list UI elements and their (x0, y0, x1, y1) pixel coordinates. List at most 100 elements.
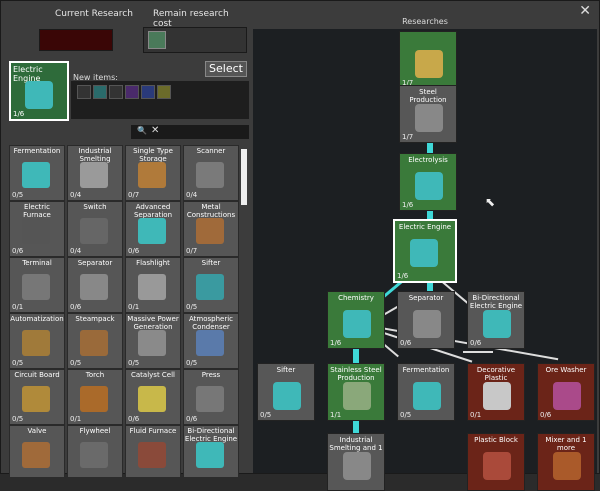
research-title: Atmospheric Condenser (188, 315, 234, 331)
research-icon (80, 162, 108, 188)
research-grid-item[interactable]: Torch 0/1 (67, 369, 123, 425)
node-title: Electrolysis (408, 156, 448, 164)
research-grid-item[interactable]: Valve (9, 425, 65, 477)
node-title: Decorative Plastic (476, 366, 516, 382)
research-grid-item[interactable]: Fluid Furnace (125, 425, 181, 477)
research-title: Torch (85, 371, 105, 379)
research-node[interactable]: Separator 0/6 (397, 291, 455, 349)
tree-link (353, 419, 359, 433)
new-item-icon[interactable] (157, 85, 171, 99)
research-grid-item[interactable]: Separator 0/6 (67, 257, 123, 313)
research-node[interactable]: Sifter 0/5 (257, 363, 315, 421)
research-progress: 0/4 (70, 247, 82, 255)
research-grid-item[interactable]: Industrial Smelting 0/4 (67, 145, 123, 201)
research-node[interactable]: Ore Washer 0/6 (537, 363, 595, 421)
research-icon (22, 274, 50, 300)
research-progress: 0/1 (70, 415, 82, 423)
node-progress: 1/1 (330, 411, 342, 419)
node-icon (343, 310, 371, 338)
new-item-icon[interactable] (109, 85, 123, 99)
node-icon (413, 310, 441, 338)
research-icon (80, 442, 108, 468)
node-icon (413, 382, 441, 410)
research-grid-item[interactable]: Single Type Storage 0/7 (125, 145, 181, 201)
research-grid-item[interactable]: Advanced Separation 0/6 (125, 201, 181, 257)
research-progress: 0/6 (128, 247, 140, 255)
research-icon (196, 218, 224, 244)
research-node[interactable]: Chemistry 1/6 (327, 291, 385, 349)
research-grid-item[interactable]: Flywheel (67, 425, 123, 477)
research-grid-item[interactable]: Massive Power Generation 0/5 (125, 313, 181, 369)
research-window: ✕ Current Research Remain research cost … (0, 0, 600, 491)
research-title: Bi-Directional Electric Engine (184, 427, 238, 443)
research-progress: 0/5 (12, 415, 24, 423)
research-title: Fermentation (13, 147, 61, 155)
research-grid-item[interactable]: Steampack 0/5 (67, 313, 123, 369)
tree-link (463, 351, 493, 353)
research-icon (80, 274, 108, 300)
research-title: Massive Power Generation (127, 315, 179, 331)
research-icon (196, 274, 224, 300)
research-grid-item[interactable]: Switch 0/4 (67, 201, 123, 257)
node-title: Separator (408, 294, 444, 302)
research-grid-item[interactable]: Atmospheric Condenser 0/5 (183, 313, 239, 369)
research-icon (138, 442, 166, 468)
node-progress: 0/1 (470, 411, 482, 419)
grid-scrollbar[interactable] (241, 149, 247, 205)
research-progress: 0/5 (12, 359, 24, 367)
research-node[interactable]: Decorative Plastic 0/1 (467, 363, 525, 421)
new-items-list (71, 81, 249, 119)
research-title: Industrial Smelting (78, 147, 112, 163)
select-button[interactable]: Select (205, 61, 247, 77)
node-progress: 0/5 (260, 411, 272, 419)
research-node[interactable]: Mixer and 1 more (537, 433, 595, 491)
research-grid-item[interactable]: Circuit Board 0/5 (9, 369, 65, 425)
research-grid-item[interactable]: Metal Constructions 0/7 (183, 201, 239, 257)
node-title: Stainless Steel Production (330, 366, 382, 382)
research-title: Metal Constructions (186, 203, 236, 219)
research-node[interactable]: Plastic Block (467, 433, 525, 491)
research-grid-item[interactable]: Press 0/6 (183, 369, 239, 425)
research-node[interactable]: Steel Production 1/7 (399, 85, 457, 143)
research-node[interactable]: Bi-Directional Electric Engine 0/6 (467, 291, 525, 349)
research-icon (196, 162, 224, 188)
research-grid-item[interactable]: Catalyst Cell 0/6 (125, 369, 181, 425)
node-progress: 1/7 (402, 133, 414, 141)
new-item-icon[interactable] (141, 85, 155, 99)
research-grid-item[interactable]: Bi-Directional Electric Engine (183, 425, 239, 477)
research-title: Steampack (75, 315, 115, 323)
research-grid-item[interactable]: Electric Furnace 0/6 (9, 201, 65, 257)
research-grid-item[interactable]: Sifter 0/5 (183, 257, 239, 313)
research-node[interactable]: Stainless Steel Production 1/1 (327, 363, 385, 421)
clear-search-icon[interactable]: ✕ (151, 125, 159, 136)
research-grid-item[interactable]: Automatization 0/5 (9, 313, 65, 369)
research-grid-item[interactable]: Flashlight 0/1 (125, 257, 181, 313)
research-node[interactable]: Electric Engine 1/6 (393, 219, 457, 283)
node-icon (273, 382, 301, 410)
node-title: Electric Engine (398, 223, 452, 231)
new-item-icon[interactable] (125, 85, 139, 99)
research-icon (22, 162, 50, 188)
research-icon (80, 330, 108, 356)
node-icon (343, 382, 371, 410)
node-title: Fermentation (402, 366, 450, 374)
research-node[interactable]: Fermentation 0/5 (397, 363, 455, 421)
research-node[interactable]: Industrial Smelting and 1 more (327, 433, 385, 491)
node-title: Steel Production (409, 88, 447, 104)
node-progress: 1/6 (402, 201, 414, 209)
research-grid-item[interactable]: Fermentation 0/5 (9, 145, 65, 201)
node-icon (483, 382, 511, 410)
research-progress: 0/7 (186, 247, 198, 255)
research-grid-item[interactable]: Terminal 0/1 (9, 257, 65, 313)
research-icon (80, 218, 108, 244)
research-title: Fluid Furnace (129, 427, 177, 435)
research-node[interactable]: Electrolysis 1/6 (399, 153, 457, 211)
research-grid: Fermentation 0/5 Industrial Smelting 0/4 Sin… (9, 145, 245, 477)
research-icon (138, 274, 166, 300)
research-tree: 1/7 Steel Production 1/7 Electrolysis 1/6 Ele… (253, 29, 597, 491)
new-item-icon[interactable] (93, 85, 107, 99)
new-item-icon[interactable] (77, 85, 91, 99)
search-input[interactable]: 🔍 ✕ (131, 125, 249, 139)
research-grid-item[interactable]: Scanner 0/4 (183, 145, 239, 201)
research-node[interactable]: 1/7 (399, 31, 457, 89)
